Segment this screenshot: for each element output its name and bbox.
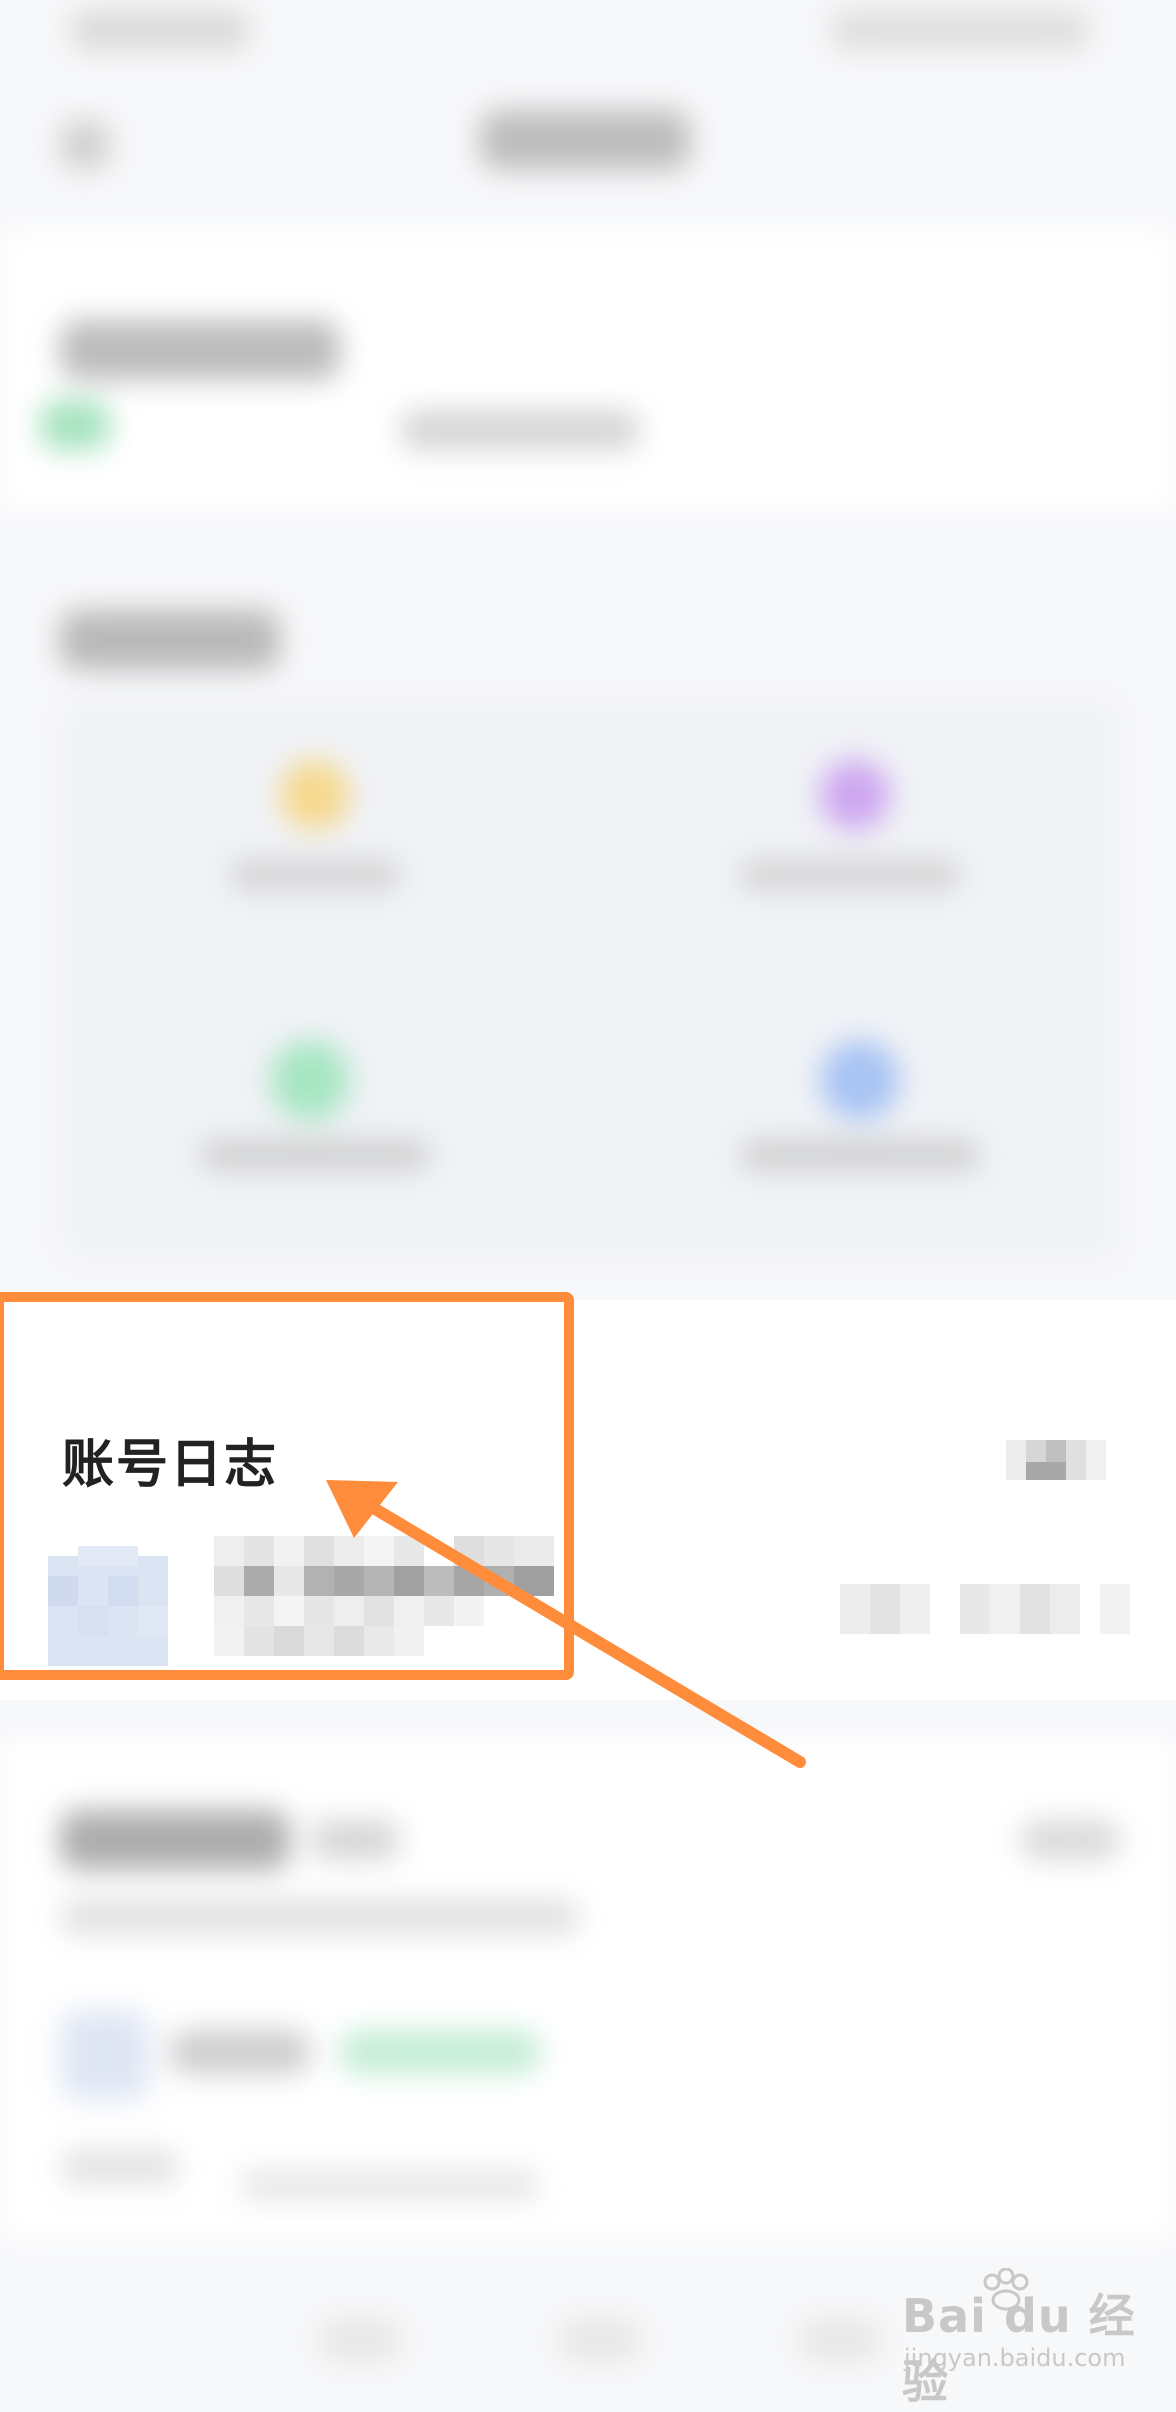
purple-icon[interactable]: [820, 760, 890, 830]
lower-tag: [310, 1820, 400, 1860]
lower-name: [170, 2030, 310, 2074]
grid-label: [740, 860, 960, 890]
bottom-nav-item[interactable]: [320, 2320, 400, 2360]
lower-more[interactable]: [1020, 1820, 1120, 1860]
yellow-icon[interactable]: [280, 760, 350, 830]
grid-label: [740, 1140, 980, 1170]
watermark-site: jingyan.baidu.com: [904, 2344, 1126, 2372]
status-bar-time: [70, 10, 250, 50]
green-icon[interactable]: [270, 1040, 350, 1120]
blue-icon[interactable]: [820, 1040, 900, 1120]
log-entry-time: [840, 1584, 1130, 1634]
lower-title: [60, 1810, 290, 1870]
lower-meta: [60, 2150, 180, 2184]
account-log-more-link[interactable]: [1006, 1436, 1130, 1492]
lower-meta: [240, 2170, 540, 2200]
green-badge: [40, 400, 110, 450]
lower-green-tag: [340, 2030, 540, 2074]
back-icon[interactable]: [60, 120, 110, 170]
lower-avatar: [60, 2010, 150, 2100]
grid-card: [60, 700, 1120, 1260]
section-title: [60, 610, 280, 670]
bottom-nav-item[interactable]: [800, 2320, 880, 2360]
account-name: [60, 320, 340, 380]
bottom-nav-item[interactable]: [560, 2320, 640, 2360]
grid-label: [200, 1140, 430, 1170]
status-bar-icons: [830, 10, 1090, 50]
blurred-background: [0, 0, 1176, 2400]
baidu-watermark: Bai du 经验 jingyan.baidu.com: [900, 2268, 1170, 2409]
page-title: [480, 110, 690, 170]
arrow-annotation-icon: [326, 1480, 806, 1768]
grid-label: [230, 860, 400, 890]
account-subtitle: [400, 410, 640, 450]
lower-subtitle: [60, 1900, 580, 1934]
